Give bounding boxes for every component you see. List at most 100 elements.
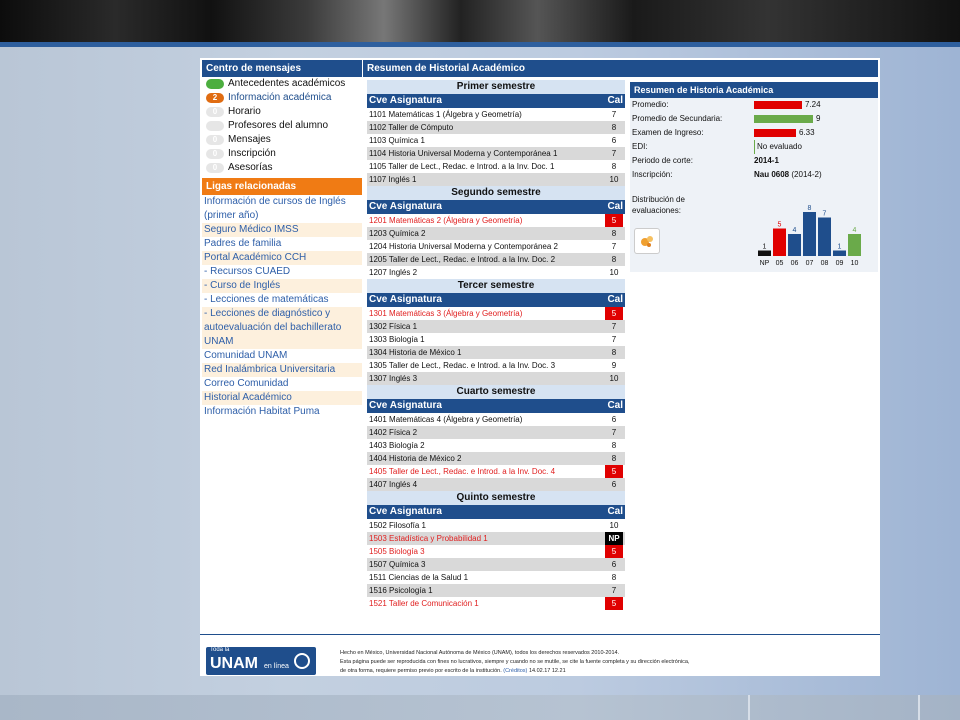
footer-line-3-text: de otra forma, requiere permiso previo p… xyxy=(340,668,502,674)
related-link[interactable]: Red Inalámbrica Universitaria xyxy=(202,363,362,377)
inscripcion-label: Inscripción: xyxy=(632,170,673,179)
table-row: 1104 Historia Universal Moderna y Contem… xyxy=(367,147,625,160)
subject-cell: 1503 Estadística y Probabilidad 1 xyxy=(369,532,605,545)
chart-options-icon[interactable] xyxy=(634,228,660,254)
related-link[interactable]: Correo Comunidad xyxy=(202,377,362,391)
subject-cell: 1101 Matemáticas 1 (Álgebra y Geometría) xyxy=(369,108,605,121)
count-badge: 0 xyxy=(206,163,224,173)
related-link[interactable]: Información de cursos de Inglés (primer … xyxy=(202,195,362,223)
bottom-divider xyxy=(748,695,750,720)
grade-cell: 5 xyxy=(605,214,623,227)
grade-cell: 7 xyxy=(611,428,617,437)
count-badge: 2 xyxy=(206,93,224,103)
subject-code: 1303 xyxy=(369,335,387,344)
table-row: 1101 Matemáticas 1 (Álgebra y Geometría)… xyxy=(367,108,625,121)
count-badge: 0 xyxy=(206,107,224,117)
subject-name: Matemáticas 4 (Álgebra y Geometría) xyxy=(389,415,523,424)
distribution-bar xyxy=(848,234,861,256)
category-label: 07 xyxy=(806,260,814,267)
credits-link[interactable]: (Créditos) xyxy=(503,668,527,674)
subject-name: Biología 2 xyxy=(389,441,425,450)
related-link[interactable]: Comunidad UNAM xyxy=(202,349,362,363)
grade-cell: 7 xyxy=(611,586,617,595)
category-label: 10 xyxy=(851,260,859,267)
message-item[interactable]: 2 Información académica xyxy=(202,91,362,105)
table-row: 1305 Taller de Lect., Redac. e Introd. a… xyxy=(367,359,625,372)
subject-name: Física 1 xyxy=(389,322,418,331)
table-row: 1307 Inglés 3 10 xyxy=(367,372,625,385)
page-panel: Centro de mensajes Antecedentes académic… xyxy=(200,58,880,676)
message-label: Mensajes xyxy=(228,134,271,145)
related-link[interactable]: - Lecciones de diagnóstico y autoevaluac… xyxy=(202,307,362,349)
grade-cell: NP xyxy=(605,532,623,545)
bottom-divider xyxy=(918,695,920,720)
message-item[interactable]: Antecedentes académicos xyxy=(202,77,362,91)
top-accent-line xyxy=(0,42,960,47)
subject-name: Historia Universal Moderna y Contemporán… xyxy=(389,242,558,251)
subject-code: 1302 xyxy=(369,322,387,331)
column-header: Cve Asignatura Cal xyxy=(367,505,625,519)
subject-cell: 1305 Taller de Lect., Redac. e Introd. a… xyxy=(369,359,605,372)
examen-row: Examen de Ingreso: 6.33 xyxy=(630,126,878,140)
bar-value-label: 4 xyxy=(793,227,797,234)
subject-name: Inglés 3 xyxy=(389,374,418,383)
subject-cell: 1303 Biología 1 xyxy=(369,333,605,346)
subject-cell: 1403 Biología 2 xyxy=(369,439,605,452)
semester-title: Cuarto semestre xyxy=(367,385,625,399)
subject-name: Química 1 xyxy=(388,136,425,145)
examen-value: 6.33 xyxy=(799,128,815,137)
subject-name: Taller de Lect., Redac. e Introd. a la I… xyxy=(388,162,555,171)
table-row: 1304 Historia de México 1 8 xyxy=(367,346,625,359)
col-cal: Cal xyxy=(607,294,623,305)
table-row: 1402 Física 2 7 xyxy=(367,426,625,439)
subject-name: Inglés 4 xyxy=(389,480,418,489)
semester-title: Tercer semestre xyxy=(367,279,625,293)
table-row: 1503 Estadística y Probabilidad 1 NP xyxy=(367,532,625,545)
links-list: Información de cursos de Inglés (primer … xyxy=(202,195,362,419)
related-link[interactable]: Seguro Médico IMSS xyxy=(202,223,362,237)
message-item[interactable]: 0 Horario xyxy=(202,105,362,119)
subject-cell: 1102 Taller de Cómputo xyxy=(369,121,605,134)
subject-code: 1104 xyxy=(369,149,387,158)
related-link[interactable]: Historial Académico xyxy=(202,391,362,405)
distribution-bar xyxy=(818,217,831,256)
subject-code: 1405 xyxy=(369,467,387,476)
distribution-label: Distribución de evaluaciones: xyxy=(632,195,685,215)
subject-cell: 1516 Psicología 1 xyxy=(369,584,605,597)
count-badge xyxy=(206,121,224,131)
message-item[interactable]: 0 Asesorías xyxy=(202,161,362,175)
edi-row: EDI: No evaluado xyxy=(630,140,878,154)
grade-cell: 5 xyxy=(605,597,623,610)
related-link[interactable]: - Curso de Inglés xyxy=(202,279,362,293)
footer-line-3: de otra forma, requiere permiso previo p… xyxy=(340,667,870,676)
table-row: 1502 Filosofía 1 10 xyxy=(367,519,625,532)
grade-cell: 6 xyxy=(611,560,617,569)
semester-title: Primer semestre xyxy=(367,80,625,94)
grade-cell: 6 xyxy=(611,136,617,145)
table-row: 1301 Matemáticas 3 (Álgebra y Geometría)… xyxy=(367,307,625,320)
table-row: 1107 Inglés 1 10 xyxy=(367,173,625,186)
message-item[interactable]: 0 Mensajes xyxy=(202,133,362,147)
message-label: Antecedentes académicos xyxy=(228,78,346,89)
subject-code: 1503 xyxy=(369,534,387,543)
subject-cell: 1507 Química 3 xyxy=(369,558,605,571)
related-link[interactable]: - Lecciones de matemáticas xyxy=(202,293,362,307)
subject-cell: 1207 Inglés 2 xyxy=(369,266,605,279)
subject-name: Historia Universal Moderna y Contemporán… xyxy=(388,149,558,158)
subject-code: 1401 xyxy=(369,415,387,424)
category-label: 09 xyxy=(836,260,844,267)
related-link[interactable]: Información Habitat Puma xyxy=(202,405,362,419)
related-link[interactable]: Portal Académico CCH xyxy=(202,251,362,265)
history-header: Resumen de Historial Académico xyxy=(363,60,878,77)
subject-name: Inglés 1 xyxy=(388,175,417,184)
message-item[interactable]: Profesores del alumno xyxy=(202,119,362,133)
table-row: 1302 Física 1 7 xyxy=(367,320,625,333)
unam-logo[interactable]: Toda la UNAM en línea xyxy=(206,647,316,675)
table-row: 1103 Química 1 6 xyxy=(367,134,625,147)
related-link[interactable]: - Recursos CUAED xyxy=(202,265,362,279)
semester-title: Segundo semestre xyxy=(367,186,625,200)
logo-sub-text: en línea xyxy=(264,663,289,670)
bar-value-label: 8 xyxy=(808,205,812,212)
related-link[interactable]: Padres de familia xyxy=(202,237,362,251)
message-item[interactable]: 0 Inscripción xyxy=(202,147,362,161)
